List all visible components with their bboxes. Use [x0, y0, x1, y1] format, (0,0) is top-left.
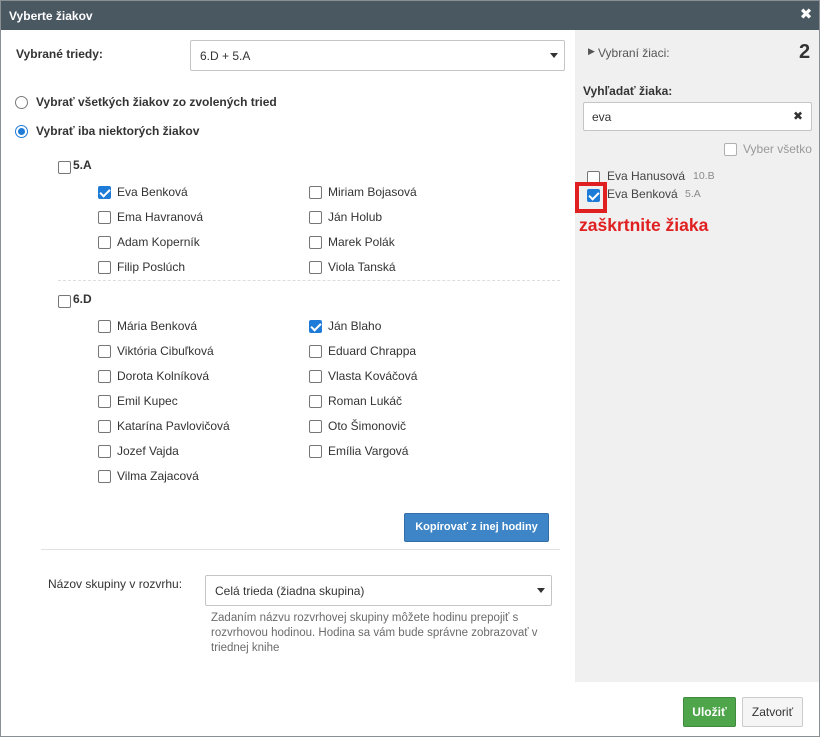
student-checkbox[interactable]	[98, 236, 111, 249]
dialog-title: Vyberte žiakov	[9, 9, 93, 23]
student-checkbox[interactable]	[309, 186, 322, 199]
group-name-select[interactable]: Celá trieda (žiadna skupina)	[205, 575, 552, 606]
divider	[41, 549, 560, 550]
close-icon[interactable]: ✖	[799, 7, 813, 23]
student-name: Katarína Pavlovičová	[117, 419, 230, 433]
classes-label: Vybrané triedy:	[16, 47, 103, 61]
student-checkbox[interactable]	[98, 445, 111, 458]
student-checkbox[interactable]	[98, 186, 111, 199]
student-checkbox[interactable]	[98, 470, 111, 483]
student-checkbox[interactable]	[98, 420, 111, 433]
chevron-down-icon	[550, 53, 558, 58]
student-name: Jozef Vajda	[117, 444, 179, 458]
student-checkbox[interactable]	[98, 320, 111, 333]
radio-all-students-label: Vybrať všetkých žiakov zo zvolených trie…	[36, 95, 277, 109]
student-name: Oto Šimonovič	[328, 419, 407, 433]
save-button[interactable]: Uložiť	[683, 697, 736, 727]
radio-some-students-label: Vybrať iba niektorých žiakov	[36, 124, 200, 138]
student-checkbox[interactable]	[98, 211, 111, 224]
student-checkbox[interactable]	[309, 261, 322, 274]
student-name: Ján Holub	[328, 210, 383, 224]
caret-right-icon[interactable]: ▶	[588, 46, 595, 57]
select-students-dialog: Vyberte žiakov ✖ Vybrané triedy: 6.D + 5…	[0, 0, 820, 737]
student-name: Vilma Zajacová	[117, 469, 199, 483]
clear-icon[interactable]: ✖	[793, 109, 803, 123]
group-checkbox[interactable]	[58, 161, 71, 174]
student-checkbox[interactable]	[309, 445, 322, 458]
highlight-box	[575, 182, 607, 213]
copy-from-other-lesson-button[interactable]: Kopírovať z inej hodiny	[404, 513, 549, 542]
student-name: Miriam Bojasová	[328, 185, 417, 199]
student-checkbox[interactable]	[98, 261, 111, 274]
student-name: Marek Polák	[328, 235, 395, 249]
student-name: Mária Benková	[117, 319, 198, 333]
student-checkbox[interactable]	[98, 395, 111, 408]
group-label: 6.D	[73, 292, 92, 306]
student-name: Viktória Cibuľková	[117, 344, 214, 358]
result-class: 5.A	[685, 188, 701, 200]
student-checkbox[interactable]	[309, 236, 322, 249]
student-name: Roman Lukáč	[328, 394, 403, 408]
select-all-checkbox[interactable]	[724, 143, 737, 156]
radio-all-students[interactable]	[15, 96, 28, 109]
student-name: Filip Poslúch	[117, 260, 186, 274]
student-checkbox[interactable]	[98, 345, 111, 358]
student-checkbox[interactable]	[309, 320, 322, 333]
group-divider	[58, 280, 560, 281]
student-name: Vlasta Kováčová	[328, 369, 418, 383]
result-class: 10.B	[693, 170, 715, 182]
student-name: Ema Havranová	[117, 210, 204, 224]
search-student-input[interactable]: eva ✖	[583, 102, 812, 131]
student-name: Emil Kupec	[117, 394, 178, 408]
selected-students-count: 2	[799, 41, 811, 63]
student-checkbox[interactable]	[309, 370, 322, 383]
student-checkbox[interactable]	[309, 211, 322, 224]
student-checkbox[interactable]	[309, 395, 322, 408]
group-checkbox[interactable]	[58, 295, 71, 308]
group-name-hint: Zadaním názvu rozvrhovej skupiny môžete …	[211, 612, 538, 654]
result-name: Eva Benková	[607, 187, 678, 201]
student-name: Ján Blaho	[328, 319, 382, 333]
chevron-down-icon	[537, 588, 545, 593]
result-name: Eva Hanusová	[607, 169, 686, 183]
search-student-value: eva	[592, 110, 612, 124]
selected-students-panel: ▶ Vybraní žiaci: 2 Vyhľadať žiaka: eva ✖…	[575, 30, 819, 682]
classes-select[interactable]: 6.D + 5.A	[190, 40, 565, 71]
radio-some-students[interactable]	[15, 125, 28, 138]
student-checkbox[interactable]	[309, 345, 322, 358]
select-all-label: Vyber všetko	[743, 142, 812, 156]
student-checkbox[interactable]	[98, 370, 111, 383]
classes-select-value: 6.D + 5.A	[200, 49, 251, 63]
student-checkbox[interactable]	[309, 420, 322, 433]
student-name: Emília Vargová	[328, 444, 409, 458]
dialog-titlebar: Vyberte žiakov ✖	[1, 1, 819, 30]
selected-students-label[interactable]: Vybraní žiaci:	[598, 46, 670, 60]
student-name: Viola Tanská	[328, 260, 396, 274]
student-name: Eduard Chrappa	[328, 344, 417, 358]
search-student-label: Vyhľadať žiaka:	[583, 84, 673, 98]
student-name: Adam Koperník	[117, 235, 200, 249]
student-name: Eva Benková	[117, 185, 188, 199]
group-name-label: Názov skupiny v rozvrhu:	[48, 577, 183, 591]
annotation-text: zaškrtnite žiaka	[579, 215, 709, 235]
group-name-select-value: Celá trieda (žiadna skupina)	[215, 584, 365, 598]
student-name: Dorota Kolníková	[117, 369, 210, 383]
group-label: 5.A	[73, 158, 92, 172]
close-button[interactable]: Zatvoriť	[742, 697, 803, 727]
